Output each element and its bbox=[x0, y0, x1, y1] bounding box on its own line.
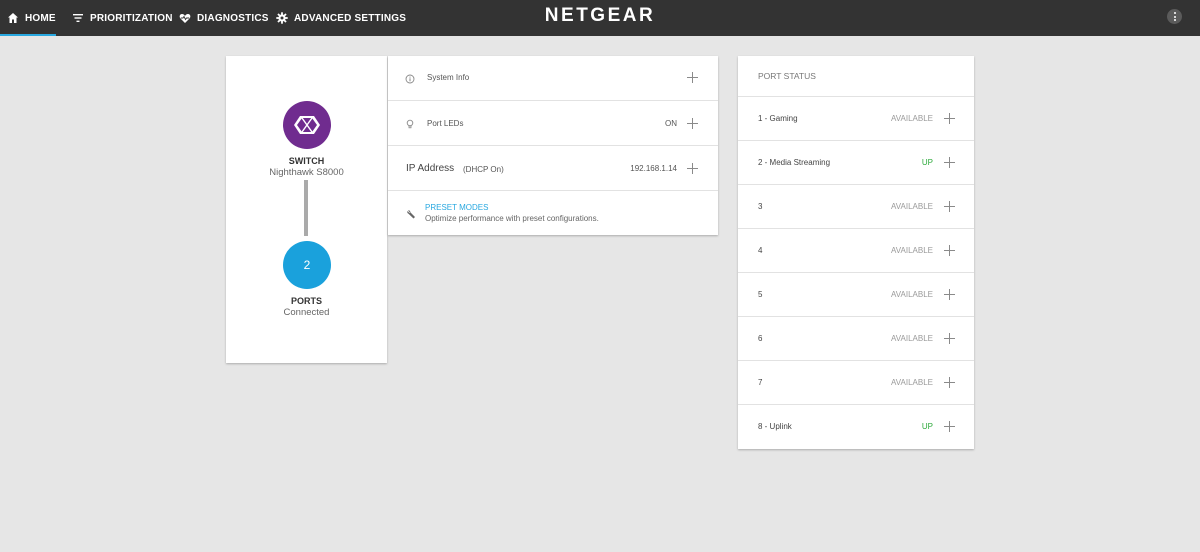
port-leds-expand-button[interactable] bbox=[687, 118, 698, 129]
port-status-header: PORT STATUS bbox=[738, 56, 974, 97]
port-row[interactable]: 8 - Uplink UP bbox=[738, 405, 974, 449]
more-vertical-icon[interactable] bbox=[1167, 9, 1182, 24]
port-leds-label: Port LEDs bbox=[427, 119, 464, 128]
system-info-row[interactable]: System Info bbox=[388, 56, 718, 101]
port-expand-button[interactable] bbox=[944, 113, 955, 124]
port-name: 6 bbox=[758, 334, 763, 343]
port-name: 5 bbox=[758, 290, 763, 299]
port-status-value: AVAILABLE bbox=[891, 246, 933, 255]
ports-status: Connected bbox=[283, 307, 330, 318]
preset-modes-description: Optimize performance with preset configu… bbox=[425, 214, 599, 223]
port-expand-button[interactable] bbox=[944, 289, 955, 300]
top-nav-bar: HOME PRIORITIZATION DIAGNOSTICS ADVANCED… bbox=[0, 0, 1200, 36]
port-expand-button[interactable] bbox=[944, 201, 955, 212]
info-icon bbox=[405, 74, 415, 84]
ports-count-badge[interactable]: 2 bbox=[283, 241, 331, 289]
port-status-value: AVAILABLE bbox=[891, 202, 933, 211]
port-status-card: PORT STATUS 1 - Gaming AVAILABLE 2 - Media… bbox=[738, 56, 974, 449]
ports-title: PORTS bbox=[290, 296, 322, 306]
port-expand-button[interactable] bbox=[944, 333, 955, 344]
port-name: 4 bbox=[758, 246, 763, 255]
ip-address-label: IP Address bbox=[406, 163, 455, 174]
port-name: 2 - Media Streaming bbox=[758, 158, 831, 167]
port-row[interactable]: 5 AVAILABLE bbox=[738, 273, 974, 317]
ip-address-value: 192.168.1.14 bbox=[630, 164, 677, 173]
port-expand-button[interactable] bbox=[944, 377, 955, 388]
system-info-label: System Info bbox=[427, 73, 470, 82]
netgear-logo: NETGEAR bbox=[544, 5, 656, 26]
switch-model-name: Nighthawk S8000 bbox=[269, 167, 344, 178]
port-row[interactable]: 6 AVAILABLE bbox=[738, 317, 974, 361]
port-status-value: AVAILABLE bbox=[891, 114, 933, 123]
switch-icon[interactable] bbox=[283, 101, 331, 149]
port-name: 7 bbox=[758, 378, 763, 387]
port-status-value: UP bbox=[921, 158, 933, 167]
ip-address-expand-button[interactable] bbox=[687, 163, 698, 174]
topology-connector bbox=[304, 180, 308, 236]
port-expand-button[interactable] bbox=[944, 245, 955, 256]
port-row[interactable]: 4 AVAILABLE bbox=[738, 229, 974, 273]
port-row[interactable]: 1 - Gaming AVAILABLE bbox=[738, 97, 974, 141]
system-info-expand-button[interactable] bbox=[687, 72, 698, 83]
port-name: 8 - Uplink bbox=[758, 422, 792, 431]
port-leds-row[interactable]: Port LEDs ON bbox=[388, 101, 718, 146]
port-leds-value: ON bbox=[665, 119, 677, 128]
port-status-title: PORT STATUS bbox=[758, 71, 816, 81]
ip-address-row[interactable]: IP Address (DHCP On) 192.168.1.14 bbox=[388, 146, 718, 191]
ip-dhcp-mode: (DHCP On) bbox=[463, 165, 504, 174]
port-row[interactable]: 2 - Media Streaming UP bbox=[738, 141, 974, 185]
port-name: 1 - Gaming bbox=[758, 114, 798, 123]
port-expand-button[interactable] bbox=[944, 157, 955, 168]
switch-hexagon-icon bbox=[294, 116, 320, 134]
preset-modes-link[interactable]: PRESET MODES bbox=[425, 203, 488, 212]
device-topology-card: SWITCH Nighthawk S8000 2 PORTS Connected bbox=[226, 56, 387, 363]
lightbulb-icon bbox=[406, 119, 414, 129]
port-row[interactable]: 3 AVAILABLE bbox=[738, 185, 974, 229]
preset-modes-row[interactable]: PRESET MODES Optimize performance with p… bbox=[388, 191, 718, 235]
device-info-card: System Info Port LEDs ON IP Address (DHC… bbox=[388, 56, 718, 235]
wrench-icon bbox=[407, 210, 415, 219]
port-name: 3 bbox=[758, 202, 763, 211]
port-row[interactable]: 7 AVAILABLE bbox=[738, 361, 974, 405]
port-status-value: AVAILABLE bbox=[891, 334, 933, 343]
switch-title: SWITCH bbox=[288, 156, 325, 166]
port-status-value: AVAILABLE bbox=[891, 290, 933, 299]
port-expand-button[interactable] bbox=[944, 421, 955, 432]
port-status-value: AVAILABLE bbox=[891, 378, 933, 387]
port-status-value: UP bbox=[921, 422, 933, 431]
